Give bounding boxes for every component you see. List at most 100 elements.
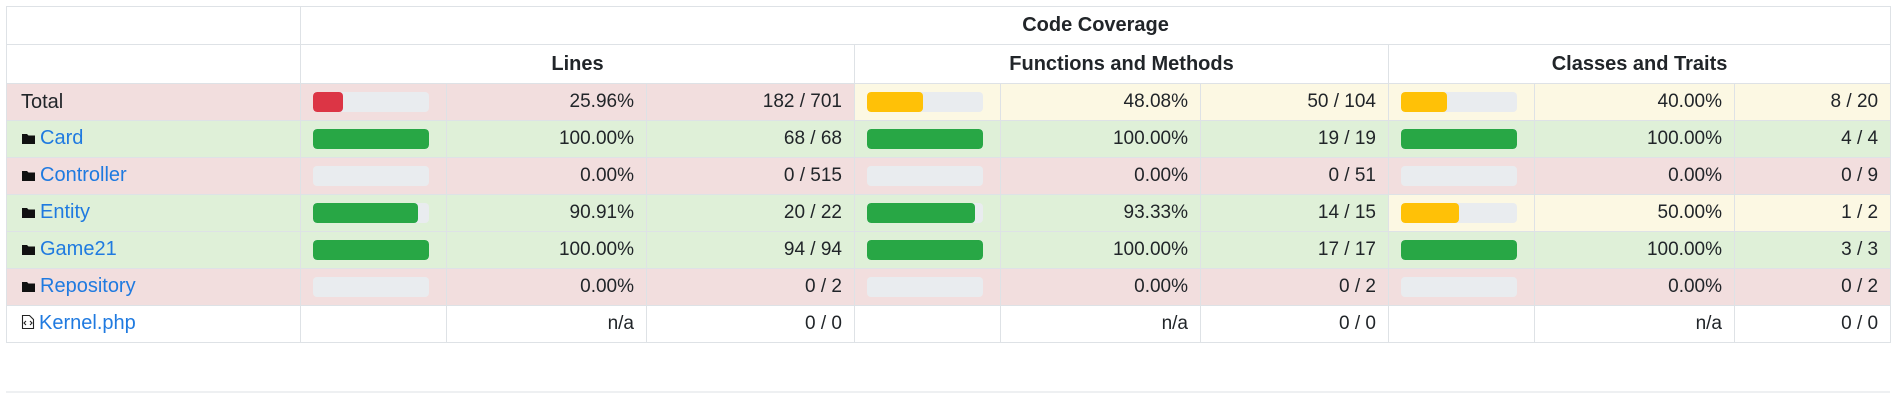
functions-progress-fill — [867, 240, 983, 260]
classes-percent: 100.00% — [1534, 231, 1735, 269]
functions-progress-fill — [867, 129, 983, 149]
table-row: Controller 0.00% 0 / 515 0.00% 0 / 51 0.00% 0 … — [6, 157, 1892, 195]
lines-progress-bar — [313, 166, 429, 186]
functions-bar-cell — [854, 305, 1001, 343]
classes-percent: 0.00% — [1534, 157, 1735, 195]
lines-progress-bar — [313, 129, 429, 149]
footer-divider — [6, 391, 1890, 393]
classes-count: 0 / 2 — [1733, 268, 1892, 306]
functions-progress-bar — [867, 240, 983, 260]
functions-percent: n/a — [1000, 305, 1201, 343]
classes-bar-cell — [1388, 83, 1535, 121]
functions-percent: 48.08% — [1000, 83, 1201, 121]
directory-link[interactable]: Repository — [40, 275, 136, 297]
lines-bar-cell — [300, 157, 447, 195]
row-name-cell: Total — [6, 83, 301, 121]
row-name-cell: Kernel.php — [6, 305, 301, 343]
lines-count: 0 / 2 — [646, 268, 855, 306]
lines-progress-bar — [313, 203, 429, 223]
lines-bar-cell — [300, 83, 447, 121]
lines-percent: n/a — [446, 305, 647, 343]
lines-bar-cell — [300, 120, 447, 158]
table-row: Total 25.96% 182 / 701 48.08% 50 / 104 40.00%… — [6, 83, 1892, 121]
classes-percent: n/a — [1534, 305, 1735, 343]
lines-count: 20 / 22 — [646, 194, 855, 232]
header-lines: Lines — [300, 44, 855, 84]
classes-count: 4 / 4 — [1733, 120, 1892, 158]
header-empty-cell — [6, 6, 301, 45]
table-row: Game21 100.00% 94 / 94 100.00% 17 / 17 100.00… — [6, 231, 1892, 269]
folder-icon — [21, 202, 36, 225]
lines-progress-bar — [313, 92, 429, 112]
classes-count: 0 / 9 — [1733, 157, 1892, 195]
directory-link[interactable]: Controller — [40, 164, 127, 186]
row-name-cell: Card — [6, 120, 301, 158]
functions-progress-bar — [867, 129, 983, 149]
functions-progress-fill — [867, 92, 923, 112]
functions-bar-cell — [854, 157, 1001, 195]
code-coverage-title: Code Coverage — [299, 6, 1892, 45]
directory-link[interactable]: Entity — [40, 201, 90, 223]
header-empty-cell — [6, 44, 301, 84]
classes-bar-cell — [1388, 157, 1535, 195]
coverage-table: Code Coverage Lines Functions and Method… — [6, 6, 1892, 343]
classes-count: 8 / 20 — [1733, 83, 1892, 121]
row-name-cell: Repository — [6, 268, 301, 306]
functions-percent: 93.33% — [1000, 194, 1201, 232]
lines-percent: 0.00% — [446, 157, 647, 195]
lines-percent: 25.96% — [446, 83, 647, 121]
functions-progress-bar — [867, 277, 983, 297]
lines-progress-bar — [313, 240, 429, 260]
classes-progress-bar — [1401, 166, 1517, 186]
directory-link[interactable]: Game21 — [40, 238, 117, 260]
classes-progress-bar — [1401, 277, 1517, 297]
table-row: Repository 0.00% 0 / 2 0.00% 0 / 2 0.00% 0 / 2 — [6, 268, 1892, 306]
lines-progress-fill — [313, 92, 344, 112]
classes-progress-bar — [1401, 92, 1517, 112]
header-functions-methods: Functions and Methods — [854, 44, 1389, 84]
lines-progress-fill — [313, 129, 429, 149]
classes-percent: 50.00% — [1534, 194, 1735, 232]
code-file-icon — [21, 313, 35, 336]
table-row: Entity 90.91% 20 / 22 93.33% 14 / 15 50.00% 1 … — [6, 194, 1892, 232]
lines-count: 68 / 68 — [646, 120, 855, 158]
functions-percent: 0.00% — [1000, 157, 1201, 195]
total-label: Total — [21, 90, 64, 113]
functions-count: 0 / 2 — [1200, 268, 1389, 306]
lines-progress-fill — [313, 240, 429, 260]
functions-progress-bar — [867, 92, 983, 112]
functions-count: 0 / 0 — [1200, 305, 1389, 343]
row-name-cell: Entity — [6, 194, 301, 232]
classes-count: 0 / 0 — [1733, 305, 1892, 343]
header-classes-traits: Classes and Traits — [1387, 44, 1892, 84]
functions-count: 50 / 104 — [1200, 83, 1389, 121]
row-name-cell: Game21 — [6, 231, 301, 269]
directory-link[interactable]: Card — [40, 127, 83, 149]
lines-percent: 100.00% — [446, 231, 647, 269]
file-link[interactable]: Kernel.php — [39, 312, 136, 334]
functions-bar-cell — [854, 194, 1001, 232]
functions-count: 19 / 19 — [1200, 120, 1389, 158]
classes-bar-cell — [1388, 231, 1535, 269]
classes-percent: 40.00% — [1534, 83, 1735, 121]
classes-count: 1 / 2 — [1733, 194, 1892, 232]
lines-bar-cell — [300, 268, 447, 306]
lines-count: 0 / 0 — [646, 305, 855, 343]
lines-bar-cell — [300, 305, 447, 343]
functions-progress-bar — [867, 203, 983, 223]
lines-percent: 0.00% — [446, 268, 647, 306]
coverage-rows: Total 25.96% 182 / 701 48.08% 50 / 104 40.00%… — [6, 83, 1892, 343]
functions-bar-cell — [854, 231, 1001, 269]
functions-percent: 100.00% — [1000, 231, 1201, 269]
lines-count: 94 / 94 — [646, 231, 855, 269]
functions-progress-bar — [867, 166, 983, 186]
functions-bar-cell — [854, 120, 1001, 158]
classes-count: 3 / 3 — [1733, 231, 1892, 269]
functions-bar-cell — [854, 268, 1001, 306]
lines-progress-fill — [313, 203, 419, 223]
functions-count: 14 / 15 — [1200, 194, 1389, 232]
classes-percent: 0.00% — [1534, 268, 1735, 306]
coverage-report: Code Coverage Lines Functions and Method… — [0, 0, 1896, 402]
lines-bar-cell — [300, 194, 447, 232]
functions-count: 0 / 51 — [1200, 157, 1389, 195]
